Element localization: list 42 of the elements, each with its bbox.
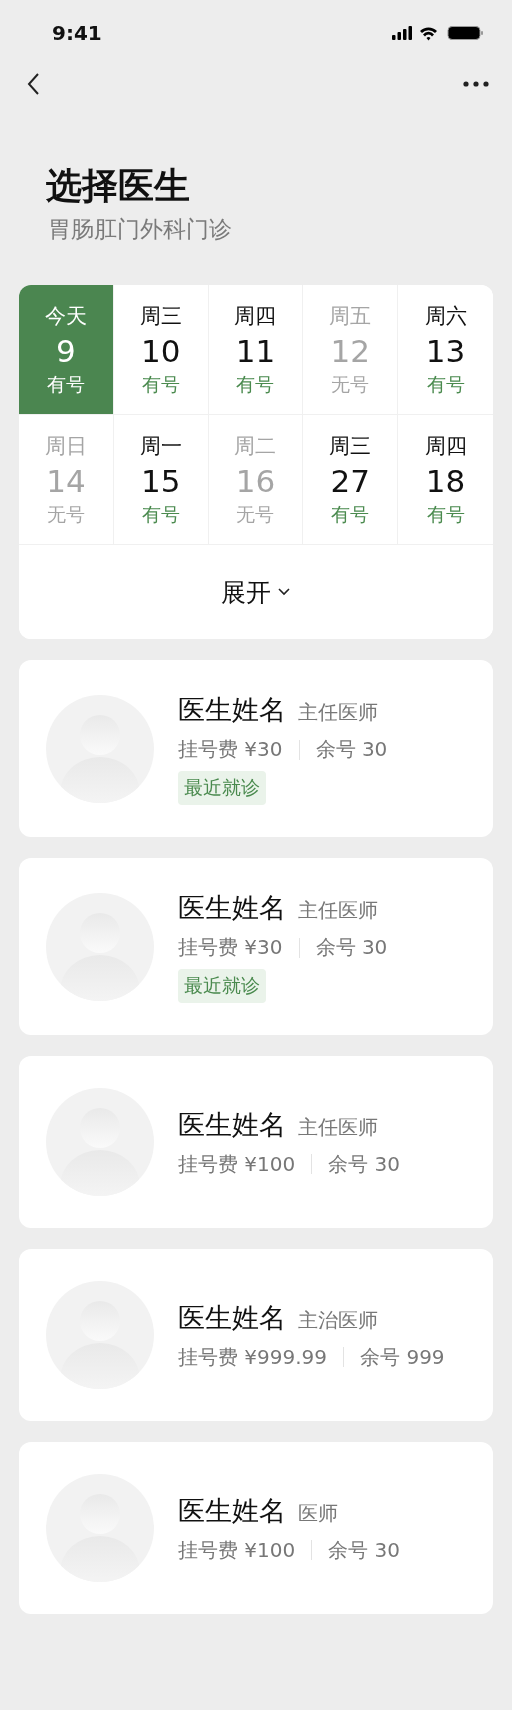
date-cell[interactable]: 周一 15 有号 [113, 415, 209, 545]
remaining-slots: 余号 30 [315, 736, 388, 763]
date-cell[interactable]: 周六 13 有号 [398, 285, 493, 415]
doctor-card[interactable]: 医生姓名 主任医师 挂号费 ¥30 余号 30 最近就诊 [19, 858, 493, 1035]
doctor-title: 主治医师 [298, 1306, 378, 1334]
signal-icon [392, 26, 412, 40]
date-cell[interactable]: 周四 11 有号 [208, 285, 304, 415]
remaining-slots: 余号 30 [315, 934, 388, 961]
doctor-title: 主任医师 [298, 699, 378, 726]
doctor-name: 医生姓名 [178, 693, 286, 727]
date-cell[interactable]: 周三 10 有号 [113, 285, 209, 415]
back-icon [26, 72, 40, 96]
doctor-card[interactable]: 医生姓名 主治医师 挂号费 ¥999.99 余号 999 [19, 1249, 493, 1421]
doctor-name: 医生姓名 [178, 1107, 286, 1142]
doctor-name: 医生姓名 [178, 1493, 286, 1528]
date-cell[interactable]: 周三 27 有号 [303, 415, 399, 545]
page-subtitle: 胃肠肛门外科门诊 [48, 215, 233, 244]
registration-fee: 挂号费 ¥30 [178, 736, 283, 763]
doctor-title: 医师 [298, 1499, 338, 1527]
doctor-card[interactable]: 医生姓名 医师 挂号费 ¥100 余号 30 [19, 1442, 493, 1614]
date-cell[interactable]: 今天 9 有号 [19, 285, 114, 415]
doctor-name: 医生姓名 [178, 891, 286, 925]
more-icon [462, 80, 490, 88]
doctor-card[interactable]: 医生姓名 主任医师 挂号费 ¥30 余号 30 最近就诊 [19, 660, 493, 837]
remaining-slots: 余号 30 [328, 1150, 401, 1178]
page-title: 选择医生 [46, 164, 191, 208]
registration-fee: 挂号费 ¥999.99 [178, 1343, 328, 1371]
chevron-down-icon [277, 587, 291, 597]
doctor-title: 主任医师 [298, 1113, 378, 1141]
registration-fee: 挂号费 ¥100 [178, 1150, 296, 1178]
wifi-icon [420, 27, 437, 41]
registration-fee: 挂号费 ¥30 [178, 934, 283, 961]
status-time: 9:41 [52, 21, 102, 45]
battery-icon [447, 26, 483, 40]
recent-visit-tag: 最近就诊 [178, 771, 266, 805]
doctor-title: 主任医师 [298, 897, 378, 924]
doctor-card[interactable]: 医生姓名 主任医师 挂号费 ¥100 余号 30 [19, 1056, 493, 1228]
registration-fee: 挂号费 ¥100 [178, 1536, 296, 1564]
recent-visit-tag: 最近就诊 [178, 969, 266, 1003]
doctor-name: 医生姓名 [178, 1300, 286, 1335]
remaining-slots: 余号 999 [360, 1343, 445, 1371]
remaining-slots: 余号 30 [328, 1536, 401, 1564]
